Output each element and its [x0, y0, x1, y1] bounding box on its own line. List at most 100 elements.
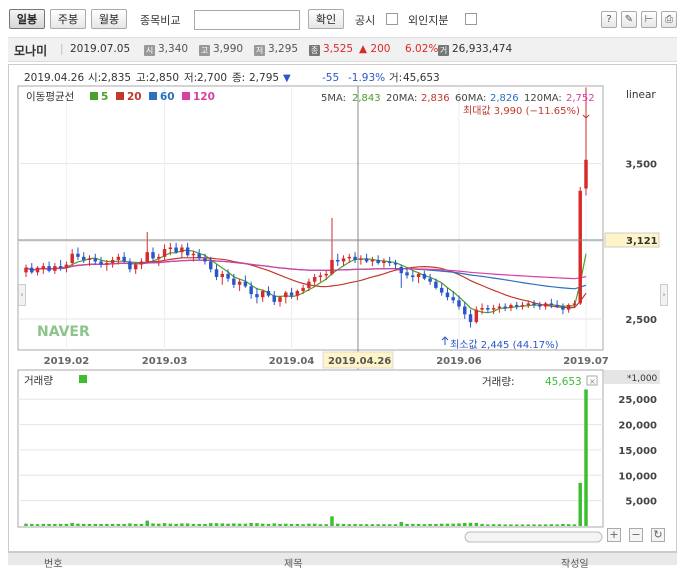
volume-bar: [439, 523, 444, 526]
volume-bar: [353, 523, 357, 526]
reset-button[interactable]: ↻: [651, 528, 665, 542]
candle-body: [255, 294, 259, 298]
cursor-date-tag-text: 2019.04.26: [328, 356, 391, 367]
volume-tick-label: 20,000: [618, 421, 657, 432]
volume-bar: [58, 523, 63, 526]
zoom-out-button[interactable]: −: [629, 528, 643, 542]
candle-body: [185, 247, 190, 256]
candle-body: [64, 264, 69, 268]
volume-bar: [428, 523, 432, 526]
volume-bar: [503, 524, 507, 526]
current-price-tag-text: 3,121: [626, 236, 658, 247]
cursor-low-label: 저:: [184, 72, 197, 84]
zoom-in-button[interactable]: +: [607, 528, 621, 542]
candle-body: [289, 292, 294, 296]
list-header-date: 작성일: [561, 559, 589, 570]
volume-bar: [82, 523, 86, 526]
candle-body: [209, 261, 213, 270]
volume-bar: [532, 524, 536, 526]
candle-body: [41, 266, 46, 270]
volume-bar: [185, 523, 190, 526]
cursor-date: 2019.04.26: [24, 72, 84, 84]
candle-body: [549, 303, 554, 305]
ma60-value: 2,826: [490, 93, 519, 104]
volume-bar: [226, 523, 230, 526]
volume-bar: [47, 523, 51, 526]
volume-bar: [370, 524, 375, 526]
candle-body: [35, 267, 40, 273]
ma-legend-item: 60: [160, 91, 175, 103]
volume-bar: [105, 523, 109, 526]
volume-value-label: 거래량:: [482, 376, 515, 388]
list-header: 번호 제목 작성일: [8, 552, 677, 570]
scroll-right-arrow[interactable]: ›: [660, 284, 668, 306]
candle-body: [399, 266, 403, 274]
volume-bar: [278, 523, 282, 526]
candle-body: [566, 304, 571, 310]
volume-bar: [133, 523, 138, 526]
horizontal-scrollbar[interactable]: [464, 531, 603, 543]
volume-bar: [347, 524, 352, 526]
candle-body: [578, 190, 582, 304]
candle-body: [93, 258, 98, 262]
candle-body: [324, 273, 328, 276]
ma-legend-item: 20: [127, 91, 142, 103]
candle-body: [445, 292, 450, 298]
cursor-arrow: ▼: [283, 73, 291, 84]
candle-body: [116, 256, 121, 260]
date-tick-label: 2019.06: [436, 356, 482, 367]
min-label: 최소값 2,445 (44.17%): [450, 339, 559, 351]
volume-bar: [480, 523, 484, 526]
volume-bar: [411, 523, 415, 526]
volume-bar: [145, 520, 149, 526]
candle-body: [555, 304, 559, 307]
candle-body: [110, 259, 115, 264]
scroll-left-arrow[interactable]: ‹: [18, 284, 26, 306]
volume-bar: [434, 523, 438, 526]
volume-bar: [468, 522, 473, 526]
volume-bar: [538, 524, 542, 526]
volume-bar: [405, 523, 409, 526]
volume-bar: [399, 521, 403, 526]
volume-bar: [387, 524, 392, 526]
candle-body: [284, 292, 288, 298]
volume-bar: [457, 523, 461, 526]
ma60-label: 60MA:: [455, 93, 486, 104]
cursor-open: 2,835: [101, 72, 131, 84]
cursor-volume-label: 거:: [389, 72, 402, 84]
volume-bar: [497, 524, 502, 526]
volume-unit: *1,000: [627, 374, 658, 384]
candle-body: [162, 249, 167, 257]
ma-legend-swatch: [149, 92, 157, 100]
scale-label[interactable]: linear: [626, 89, 656, 101]
ma-legend-item: 120: [193, 91, 215, 103]
candle-body: [347, 256, 352, 259]
volume-bar: [70, 522, 74, 526]
candle-body: [393, 263, 398, 265]
candle-body: [70, 253, 74, 264]
volume-bar: [87, 523, 92, 526]
candle-body: [532, 303, 536, 305]
volume-bar: [255, 523, 259, 526]
candle-body: [139, 261, 144, 265]
price-chart[interactable]: 2019.04.26 시: 2,835 고: 2,850 저: 2,700 종:…: [0, 0, 685, 552]
volume-bar: [214, 523, 219, 526]
candle-body: [87, 258, 92, 260]
volume-panel: [17, 369, 604, 528]
candle-body: [237, 281, 242, 285]
date-tick-label: 2019.07: [563, 356, 609, 367]
cursor-close-label: 종:: [232, 72, 245, 84]
volume-bar: [53, 523, 57, 526]
volume-bar: [376, 524, 380, 526]
candle-body: [295, 290, 300, 296]
cursor-change-pct: -1.93%: [348, 72, 385, 84]
candle-body: [301, 287, 305, 291]
volume-bar: [157, 523, 161, 526]
ma120-label: 120MA:: [524, 93, 562, 104]
candle-body: [561, 306, 565, 310]
candle-body: [341, 258, 346, 262]
volume-bar: [162, 523, 167, 526]
candle-body: [53, 266, 57, 271]
candle-body: [520, 304, 525, 307]
candle-body: [584, 159, 588, 189]
